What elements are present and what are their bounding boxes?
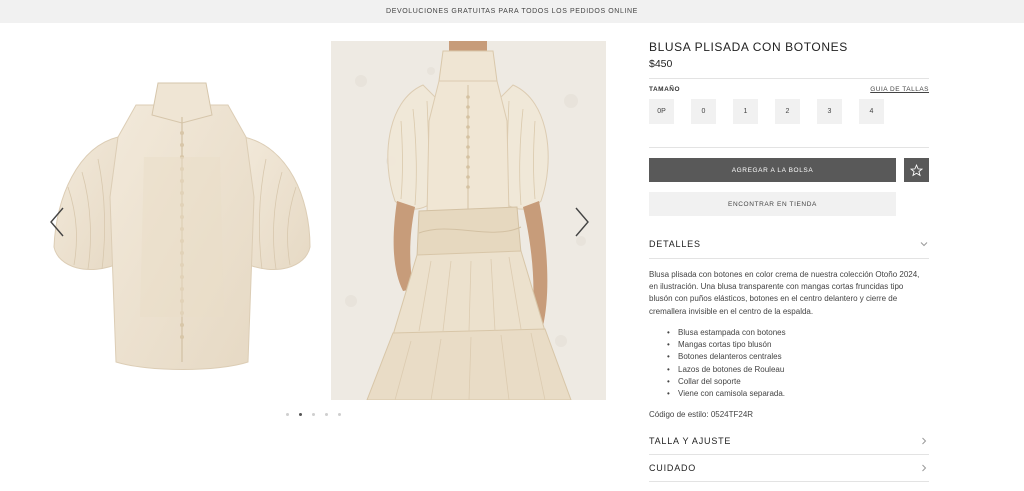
- feature-list: Blusa estampada con botones Mangas corta…: [649, 327, 929, 400]
- star-icon: [910, 163, 923, 176]
- size-option-2[interactable]: 2: [775, 99, 800, 124]
- size-option-3[interactable]: 3: [817, 99, 842, 124]
- previous-image-arrow-icon[interactable]: [45, 202, 69, 242]
- size-option-4[interactable]: 4: [859, 99, 884, 124]
- list-item: Viene con camisola separada.: [649, 388, 929, 400]
- product-price: $450: [649, 58, 673, 70]
- chevron-right-icon: [922, 464, 927, 472]
- product-flat-image: [53, 82, 311, 370]
- size-label: TAMAÑO: [649, 86, 681, 93]
- next-image-arrow-icon[interactable]: [570, 202, 594, 242]
- product-gallery: [0, 23, 620, 491]
- list-item: Lazos de botones de Rouleau: [649, 364, 929, 376]
- list-item: Botones delanteros centrales: [649, 351, 929, 363]
- details-label: DETALLES: [649, 239, 701, 249]
- care-label: CUIDADO: [649, 463, 697, 473]
- wishlist-button[interactable]: [904, 158, 929, 182]
- chevron-right-icon: [922, 437, 927, 445]
- chevron-down-icon: [920, 242, 928, 247]
- gallery-dot[interactable]: [338, 413, 341, 416]
- details-accordion-header[interactable]: DETALLES: [649, 235, 929, 253]
- size-option-0p[interactable]: 0P: [649, 99, 674, 124]
- promo-text: DEVOLUCIONES GRATUITAS PARA TODOS LOS PE…: [386, 8, 638, 15]
- size-guide-link[interactable]: GUIA DE TALLAS: [870, 86, 929, 93]
- promo-banner: DEVOLUCIONES GRATUITAS PARA TODOS LOS PE…: [0, 0, 1024, 23]
- divider: [649, 258, 929, 259]
- gallery-pagination: [286, 413, 341, 416]
- product-model-image: [331, 41, 606, 400]
- size-option-1[interactable]: 1: [733, 99, 758, 124]
- gallery-dot-active[interactable]: [299, 413, 302, 416]
- list-item: Collar del soporte: [649, 376, 929, 388]
- care-accordion-header[interactable]: CUIDADO: [649, 459, 929, 477]
- find-in-store-button[interactable]: ENCONTRAR EN TIENDA: [649, 192, 896, 216]
- size-option-0[interactable]: 0: [691, 99, 716, 124]
- gallery-dot[interactable]: [312, 413, 315, 416]
- product-title: BLUSA PLISADA CON BOTONES: [649, 40, 848, 54]
- style-code: Código de estilo: 0524TF24R: [649, 410, 754, 419]
- list-item: Mangas cortas tipo blusón: [649, 339, 929, 351]
- add-to-bag-button[interactable]: AGREGAR A LA BOLSA: [649, 158, 896, 182]
- fit-accordion-header[interactable]: TALLA Y AJUSTE: [649, 432, 929, 450]
- gallery-dot[interactable]: [325, 413, 328, 416]
- gallery-dot[interactable]: [286, 413, 289, 416]
- divider: [649, 481, 929, 482]
- divider: [649, 78, 929, 79]
- size-selector: 0P 0 1 2 3 4: [649, 99, 884, 124]
- divider: [649, 454, 929, 455]
- list-item: Blusa estampada con botones: [649, 327, 929, 339]
- fit-label: TALLA Y AJUSTE: [649, 436, 732, 446]
- divider: [649, 147, 929, 148]
- product-description: Blusa plisada con botones en color crema…: [649, 270, 920, 316]
